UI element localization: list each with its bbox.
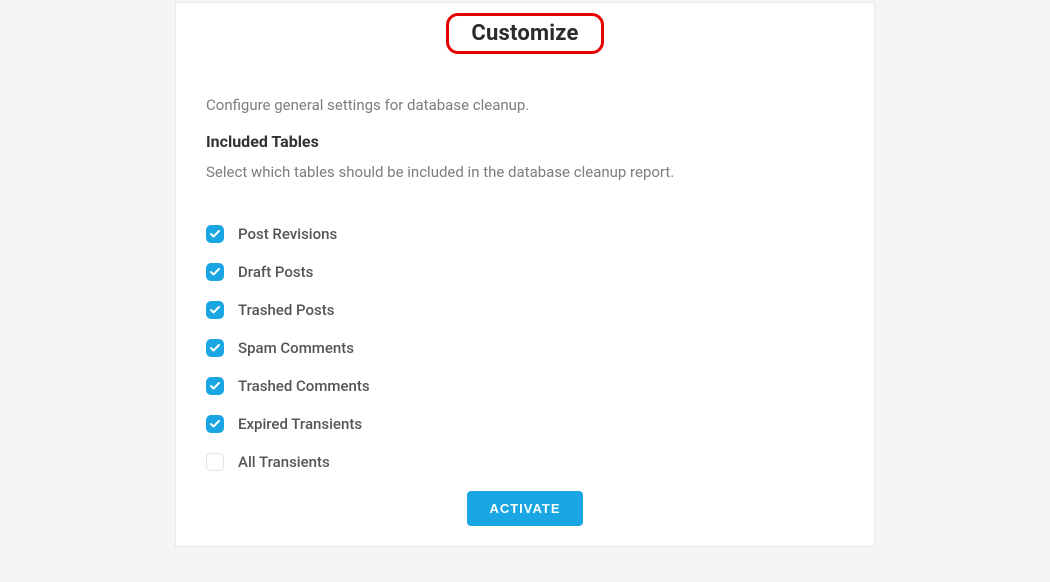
checkbox[interactable] bbox=[206, 453, 224, 471]
checkbox-label: Post Revisions bbox=[238, 225, 337, 243]
checkbox[interactable] bbox=[206, 377, 224, 395]
check-icon bbox=[209, 418, 221, 430]
checkbox-row[interactable]: Spam Comments bbox=[206, 339, 354, 357]
checkbox-label: Draft Posts bbox=[238, 263, 313, 281]
check-icon bbox=[209, 380, 221, 392]
header-highlight-box: Customize bbox=[446, 13, 603, 54]
check-icon bbox=[209, 266, 221, 278]
section-title: Included Tables bbox=[206, 132, 844, 151]
checkbox-label: Expired Transients bbox=[238, 415, 362, 433]
checkbox[interactable] bbox=[206, 263, 224, 281]
checkbox-row[interactable]: Trashed Comments bbox=[206, 377, 370, 395]
check-icon bbox=[209, 304, 221, 316]
included-tables-list: Post Revisions Draft Posts Trashed Posts Sp… bbox=[206, 225, 844, 471]
checkbox-row[interactable]: Post Revisions bbox=[206, 225, 337, 243]
checkbox[interactable] bbox=[206, 225, 224, 243]
footer: ACTIVATE bbox=[206, 491, 844, 526]
settings-card: Customize Configure general settings for… bbox=[175, 2, 875, 547]
checkbox-label: Spam Comments bbox=[238, 339, 354, 357]
checkbox-row[interactable]: All Transients bbox=[206, 453, 330, 471]
checkbox-label: Trashed Comments bbox=[238, 377, 370, 395]
checkbox-label: All Transients bbox=[238, 453, 330, 471]
checkbox[interactable] bbox=[206, 339, 224, 357]
checkbox[interactable] bbox=[206, 415, 224, 433]
check-icon bbox=[209, 342, 221, 354]
header-wrap: Customize bbox=[176, 3, 874, 54]
activate-button[interactable]: ACTIVATE bbox=[467, 491, 582, 526]
checkbox-row[interactable]: Expired Transients bbox=[206, 415, 362, 433]
check-icon bbox=[209, 228, 221, 240]
section-subtext: Select which tables should be included i… bbox=[206, 163, 844, 181]
checkbox-row[interactable]: Draft Posts bbox=[206, 263, 313, 281]
page-title: Customize bbox=[471, 21, 578, 46]
checkbox[interactable] bbox=[206, 301, 224, 319]
checkbox-row[interactable]: Trashed Posts bbox=[206, 301, 334, 319]
card-body: Configure general settings for database … bbox=[176, 96, 874, 526]
description-text: Configure general settings for database … bbox=[206, 96, 844, 114]
checkbox-label: Trashed Posts bbox=[238, 301, 334, 319]
